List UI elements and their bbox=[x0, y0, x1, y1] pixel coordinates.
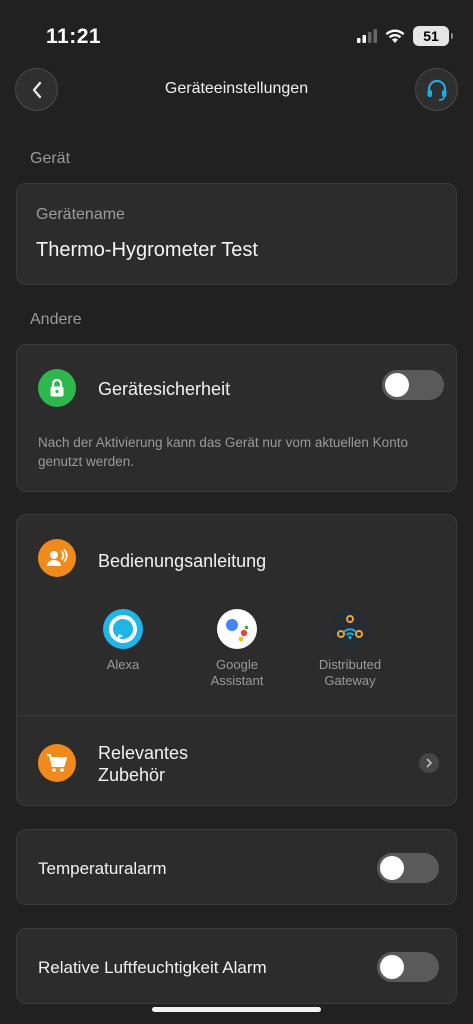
humidity-alarm-toggle[interactable] bbox=[377, 952, 439, 982]
distributed-gateway-icon bbox=[330, 609, 370, 649]
assistant-google[interactable]: Google Assistant bbox=[182, 609, 292, 689]
status-time: 11:21 bbox=[46, 25, 102, 48]
toggle-knob bbox=[380, 955, 404, 979]
lock-icon bbox=[38, 369, 76, 407]
manual-card: Bedienungsanleitung Alexa Google Assista… bbox=[16, 514, 457, 806]
humidity-alarm-label: Relative Luftfeuchtigkeit Alarm bbox=[38, 958, 267, 977]
support-button[interactable] bbox=[415, 68, 458, 111]
device-name-caption: Gerätename bbox=[36, 206, 125, 223]
device-name-value: Thermo-Hygrometer Test bbox=[36, 239, 258, 261]
security-label: Gerätesicherheit bbox=[98, 379, 231, 399]
status-icons: 51 bbox=[357, 26, 453, 46]
accessories-label[interactable]: Relevantes Zubehör bbox=[98, 742, 188, 786]
headset-icon bbox=[427, 79, 446, 101]
toggle-knob bbox=[380, 856, 404, 880]
person-speaking-icon bbox=[38, 539, 76, 577]
temperature-alarm-toggle[interactable] bbox=[377, 853, 439, 883]
alexa-icon bbox=[103, 609, 143, 649]
accessories-chevron-button[interactable] bbox=[419, 753, 439, 773]
home-indicator bbox=[152, 1007, 321, 1012]
chevron-right-icon bbox=[426, 758, 432, 768]
security-description: Nach der Aktivierung kann das Gerät nur … bbox=[38, 435, 408, 469]
manual-label[interactable]: Bedienungsanleitung bbox=[98, 551, 266, 572]
google-assistant-icon bbox=[217, 609, 257, 649]
assistant-label: Google Assistant bbox=[210, 657, 264, 688]
assistant-label: Alexa bbox=[106, 657, 140, 672]
section-label-other: Andere bbox=[30, 311, 82, 328]
battery-indicator: 51 bbox=[413, 26, 453, 46]
temperature-alarm-label: Temperaturalarm bbox=[38, 859, 167, 878]
cellular-signal-icon bbox=[357, 29, 377, 43]
security-toggle[interactable] bbox=[382, 370, 444, 400]
page-title: Geräteeinstellungen bbox=[164, 80, 309, 97]
status-bar: 11:21 51 bbox=[0, 0, 473, 60]
nav-bar: Geräteeinstellungen bbox=[0, 68, 473, 114]
device-name-card[interactable]: Gerätename Thermo-Hygrometer Test bbox=[16, 183, 457, 285]
security-card: Gerätesicherheit Nach der Aktivierung ka… bbox=[16, 344, 457, 492]
shopping-cart-icon bbox=[38, 744, 76, 782]
temperature-alarm-card: Temperaturalarm bbox=[16, 829, 457, 905]
divider bbox=[17, 715, 456, 716]
wifi-icon bbox=[385, 28, 405, 43]
assistant-gateway[interactable]: Distributed Gateway bbox=[295, 609, 405, 689]
assistant-alexa[interactable]: Alexa bbox=[68, 609, 178, 673]
section-label-device: Gerät bbox=[30, 150, 71, 167]
humidity-alarm-card: Relative Luftfeuchtigkeit Alarm bbox=[16, 928, 457, 1004]
toggle-knob bbox=[385, 373, 409, 397]
assistant-label: Distributed Gateway bbox=[318, 657, 382, 688]
